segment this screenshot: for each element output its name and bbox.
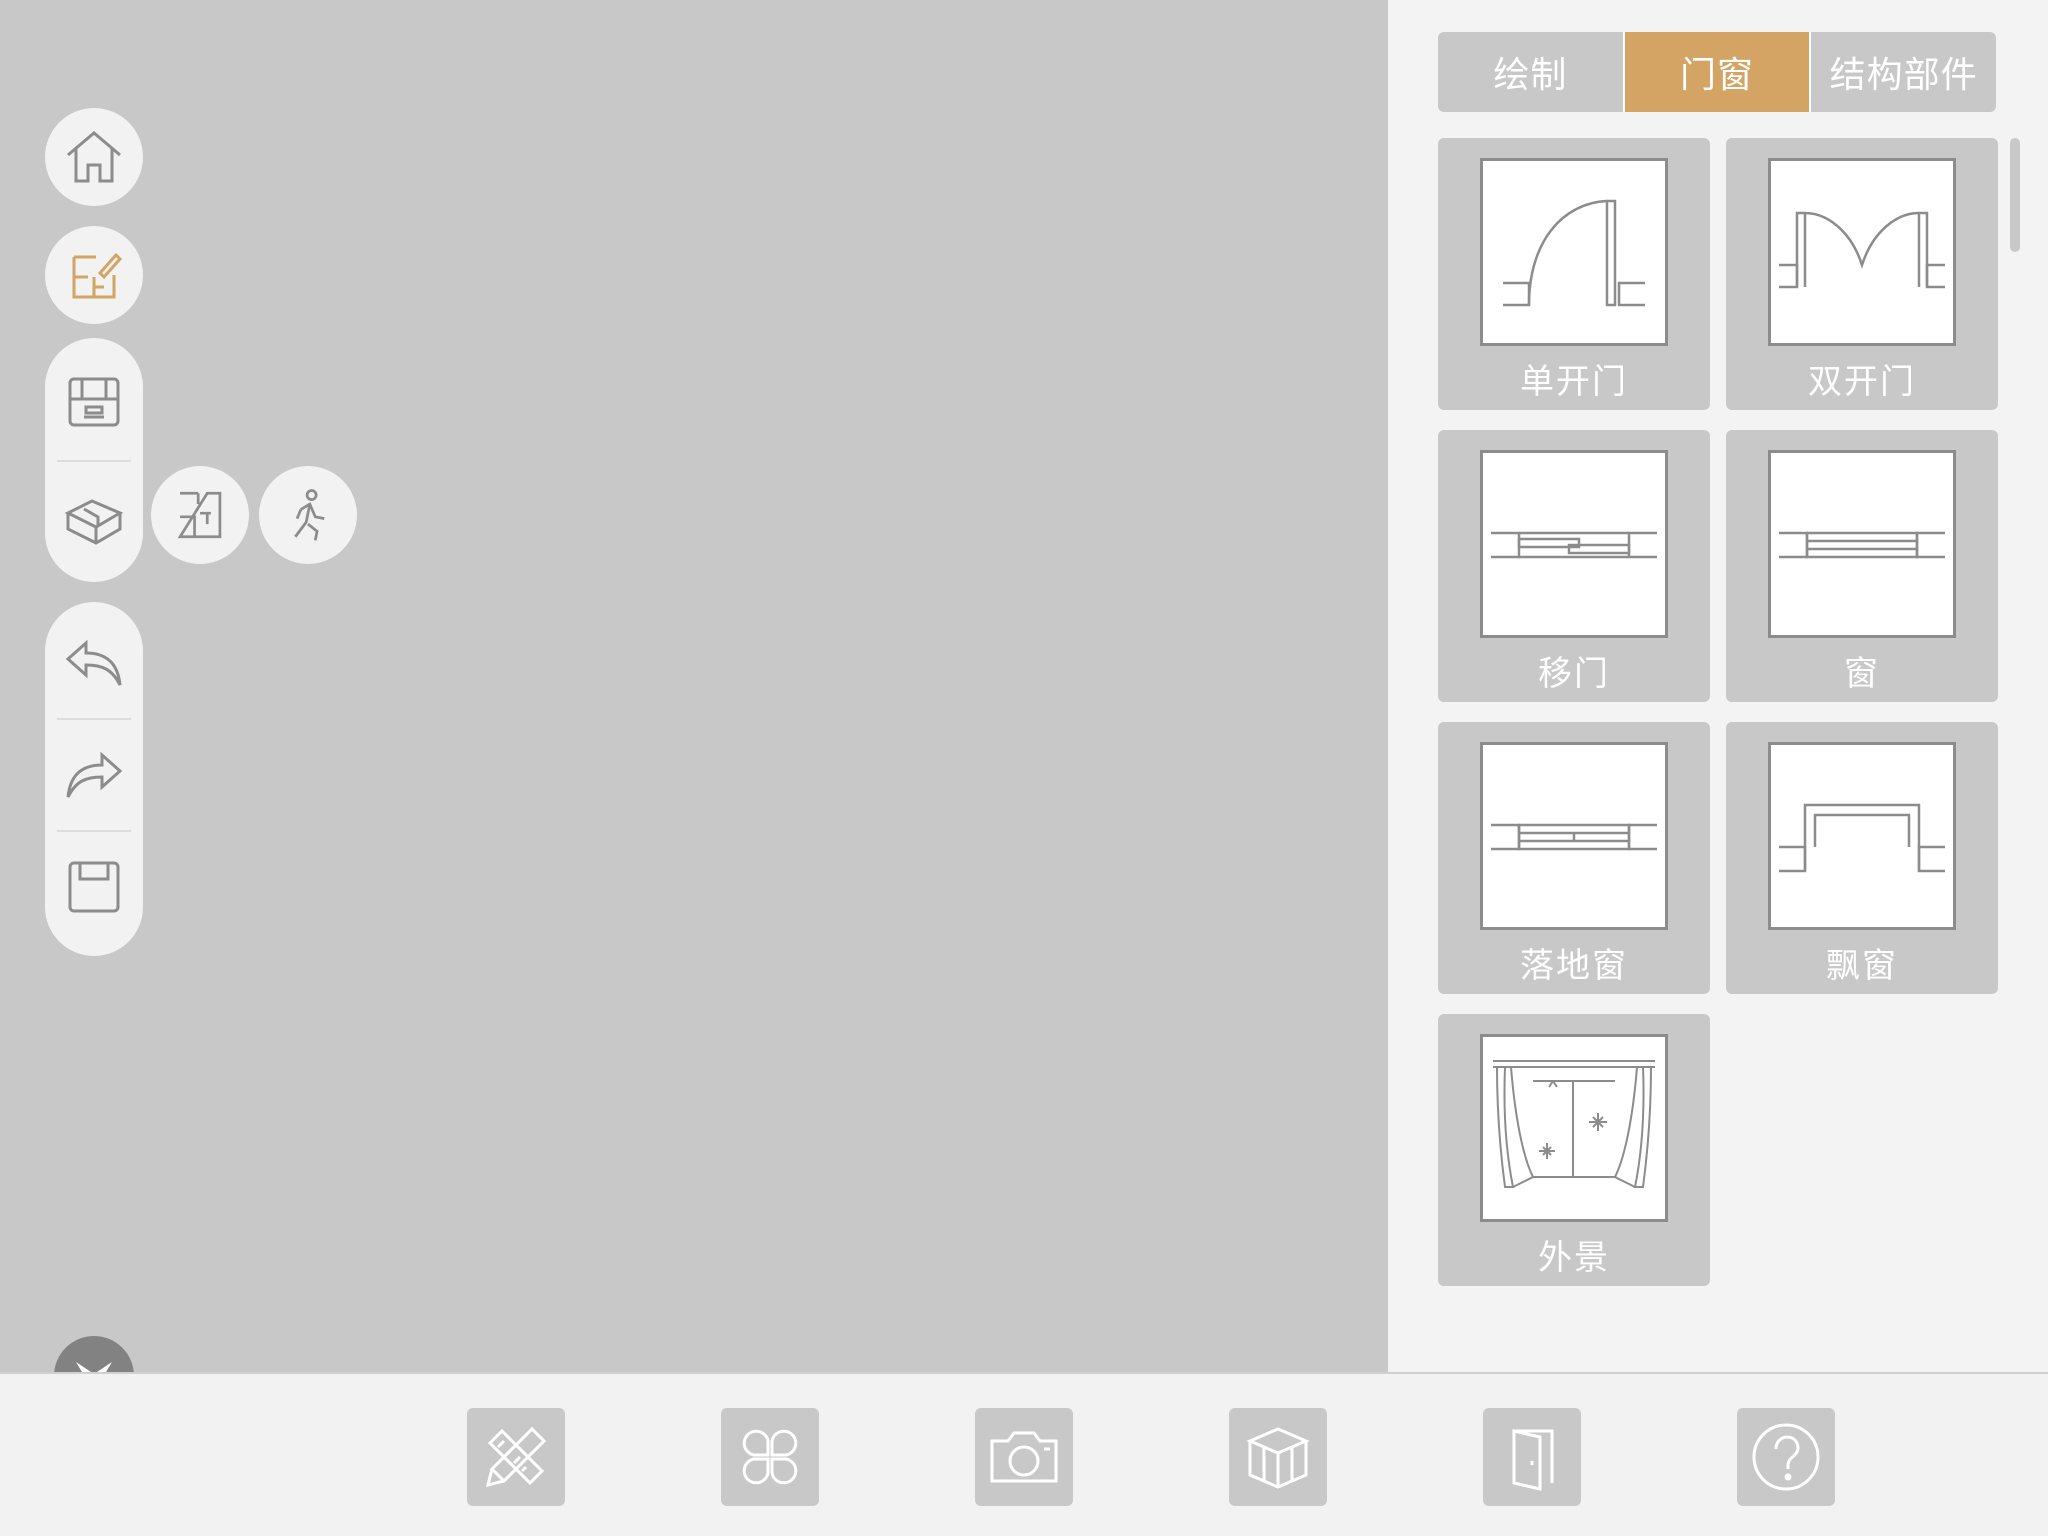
model-button[interactable] xyxy=(1229,1408,1327,1506)
window-icon xyxy=(1779,531,1945,559)
redo-button[interactable] xyxy=(45,726,143,824)
floor-plan-icon xyxy=(177,491,222,539)
view-mode-group xyxy=(45,338,143,582)
thumbnail xyxy=(1768,742,1956,930)
walk-mode-button[interactable] xyxy=(259,466,357,564)
floorplan-edit-button[interactable] xyxy=(45,226,143,324)
door-button[interactable] xyxy=(1483,1408,1581,1506)
camera-icon xyxy=(990,1431,1058,1483)
item-window[interactable]: 窗 xyxy=(1726,430,1998,702)
thumbnail xyxy=(1480,742,1668,930)
thumbnail xyxy=(1480,1034,1668,1222)
redo-icon xyxy=(66,751,123,798)
home-button[interactable] xyxy=(45,108,143,206)
single-door-icon xyxy=(1503,199,1645,307)
2d-view-icon xyxy=(68,377,120,427)
thumbnail xyxy=(1480,450,1668,638)
save-icon xyxy=(68,861,120,913)
door-icon xyxy=(1512,1429,1554,1491)
3d-view-icon xyxy=(64,499,124,545)
outdoor-scene-icon xyxy=(1493,1060,1655,1188)
item-outdoor-scene[interactable]: 外景 xyxy=(1438,1014,1710,1286)
double-door-icon xyxy=(1779,211,1945,289)
item-label: 单开门 xyxy=(1520,361,1628,402)
sliding-door-icon xyxy=(1491,531,1657,559)
undo-button[interactable] xyxy=(45,614,143,712)
item-label: 外景 xyxy=(1538,1237,1610,1278)
help-button[interactable] xyxy=(1737,1408,1835,1506)
bottom-toolbar xyxy=(0,1372,2048,1536)
catalog-button[interactable] xyxy=(721,1408,819,1506)
tab-doors-windows[interactable]: 门窗 xyxy=(1624,32,1812,112)
thumbnail xyxy=(1768,158,1956,346)
item-single-door[interactable]: 单开门 xyxy=(1438,138,1710,410)
item-label: 移门 xyxy=(1538,653,1610,694)
thumbnail xyxy=(1768,450,1956,638)
bay-window-icon xyxy=(1779,803,1945,873)
save-button[interactable] xyxy=(45,838,143,936)
camera-button[interactable] xyxy=(975,1408,1073,1506)
cube-icon xyxy=(1246,1427,1310,1489)
design-canvas[interactable] xyxy=(0,0,1388,1374)
2d-view-button[interactable] xyxy=(45,352,143,450)
undo-icon xyxy=(65,639,122,686)
category-tabs: 绘制 门窗 结构部件 xyxy=(1438,32,1996,112)
item-label: 飘窗 xyxy=(1826,945,1898,986)
draw-tools-button[interactable] xyxy=(467,1408,565,1506)
item-double-door[interactable]: 双开门 xyxy=(1726,138,1998,410)
history-group xyxy=(45,602,143,956)
item-label: 落地窗 xyxy=(1520,945,1628,986)
floor-plan-button[interactable] xyxy=(151,466,249,564)
home-icon xyxy=(67,131,121,183)
tab-structure[interactable]: 结构部件 xyxy=(1811,32,1996,112)
3d-view-button[interactable] xyxy=(45,468,143,566)
catalog-icon xyxy=(742,1429,798,1485)
thumbnail xyxy=(1480,158,1668,346)
item-sliding-door[interactable]: 移门 xyxy=(1438,430,1710,702)
item-label: 双开门 xyxy=(1808,361,1916,402)
floorplan-edit-icon xyxy=(72,252,123,299)
item-label: 窗 xyxy=(1844,653,1880,694)
item-french-window[interactable]: 落地窗 xyxy=(1438,722,1710,994)
walk-mode-icon xyxy=(294,489,325,541)
french-window-icon xyxy=(1491,823,1657,851)
item-bay-window[interactable]: 飘窗 xyxy=(1726,722,1998,994)
help-icon xyxy=(1752,1423,1820,1491)
tab-draw[interactable]: 绘制 xyxy=(1438,32,1625,112)
panel-scrollbar[interactable] xyxy=(2010,138,2020,252)
component-panel: 绘制 门窗 结构部件 单开门 双开门 移门 窗 落地窗 飘窗 外景 xyxy=(1388,0,2048,1372)
ruler-pencil-icon xyxy=(485,1426,547,1488)
